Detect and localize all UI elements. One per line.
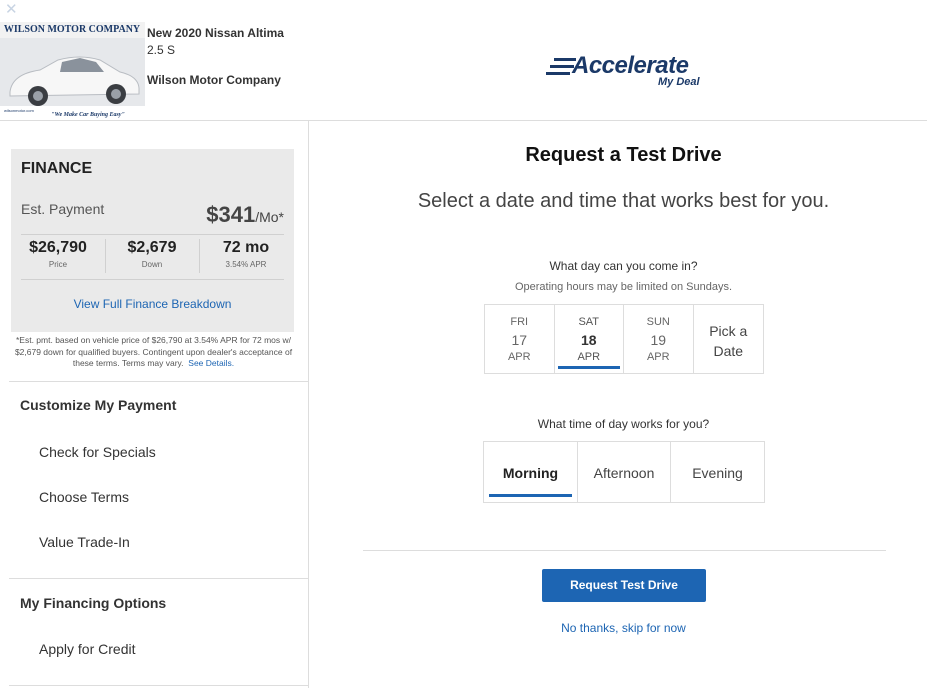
main-divider [363,550,886,551]
day-selector: FRI 17 APR SAT 18 APR SUN 19 APR Pick a D… [484,304,764,374]
stat-term: 72 mo 3.54% APR [199,239,293,269]
dealer-site-text: wilsonmotor.com [4,108,34,113]
time-label: Morning [502,465,559,481]
finance-title: FINANCE [21,160,93,177]
day-number: 19 [650,332,667,348]
page-subtitle: Select a date and time that works best f… [417,190,830,212]
finance-disclaimer: *Est. pmt. based on vehicle price of $26… [10,335,297,370]
pick-a-date-label: Pick a Date [694,321,764,361]
day-of-week: SUN [646,316,670,328]
day-of-week: FRI [510,316,529,328]
brand-subtitle: My Deal [658,76,700,88]
day-note: Operating hours may be limited on Sunday… [514,281,733,293]
menu-item-apply-credit[interactable]: Apply for Credit [39,641,135,657]
day-of-week: SAT [578,316,600,328]
day-number: 18 [580,332,597,348]
time-option-morning[interactable]: Morning [484,442,578,502]
stat-label: Down [141,260,163,269]
day-option-sat[interactable]: SAT 18 APR [555,305,624,373]
menu-item-choose-terms[interactable]: Choose Terms [39,489,129,505]
dealer-slogan-text: "We Make Car Buying Easy" [51,112,125,118]
time-option-evening[interactable]: Evening [671,442,764,502]
selected-indicator [489,494,572,497]
day-option-fri[interactable]: FRI 17 APR [485,305,555,373]
pick-a-date-button[interactable]: Pick a Date [694,305,764,373]
time-option-afternoon[interactable]: Afternoon [578,442,671,502]
dealer-name: Wilson Motor Company [147,73,281,87]
stat-value: $2,679 [127,239,177,256]
stat-label: Price [48,260,68,269]
stat-value: $26,790 [29,239,87,256]
vehicle-trim: 2.5 S [147,43,176,57]
car-photo: WILSON MOTOR COMPANY wilsonmotor.com "We… [0,22,145,120]
day-option-sun[interactable]: SUN 19 APR [624,305,694,373]
menu-item-check-specials[interactable]: Check for Specials [39,444,156,460]
est-payment-label: Est. Payment [21,201,105,217]
stat-value: 72 mo [222,239,270,256]
time-label: Afternoon [593,465,655,481]
request-test-drive-button[interactable]: Request Test Drive [542,569,706,602]
day-number: 17 [511,332,528,348]
stat-price: $26,790 Price [11,239,105,269]
page-title: Request a Test Drive [525,144,722,166]
test-drive-panel: Request a Test Drive Select a date and t… [310,121,927,688]
view-finance-breakdown-link[interactable]: View Full Finance Breakdown [11,297,294,311]
sidebar-divider [9,685,308,686]
time-question: What time of day works for you? [537,417,710,431]
day-question: What day can you come in? [549,259,698,273]
sidebar-divider [9,381,308,382]
dealer-banner-text: WILSON MOTOR COMPANY [4,24,141,35]
sidebar-divider [9,578,308,579]
day-month: APR [507,351,531,363]
est-payment-unit: /Mo* [255,209,284,225]
finance-divider [21,279,284,280]
skip-link[interactable]: No thanks, skip for now [310,621,927,635]
finance-panel: FINANCE Est. Payment $341/Mo* $26,790 Pr… [11,149,294,332]
time-selector: Morning Afternoon Evening [483,441,765,503]
time-label: Evening [692,465,743,481]
stat-down: $2,679 Down [105,239,199,269]
sidebar: FINANCE Est. Payment $341/Mo* $26,790 Pr… [0,121,309,688]
pick-a-date-line: Date [713,343,744,359]
vehicle-model: New 2020 Nissan Altima [147,26,284,40]
day-month: APR [646,351,670,363]
pick-a-date-line: Pick a [709,323,748,339]
accelerate-logo: Accelerate My Deal [546,50,716,90]
stat-label: 3.54% APR [225,260,267,269]
finance-divider [21,234,284,235]
header: WILSON MOTOR COMPANY wilsonmotor.com "We… [0,0,927,121]
day-month: APR [577,351,601,363]
customize-payment-heading: Customize My Payment [20,397,177,413]
est-payment-amount: $341 [206,202,256,227]
vehicle-info: New 2020 Nissan Altima 2.5 S Wilson Moto… [147,26,284,87]
financing-options-heading: My Financing Options [20,595,167,611]
menu-item-value-trade-in[interactable]: Value Trade-In [39,534,130,550]
see-details-link[interactable]: See Details. [188,358,234,368]
est-payment-value: $341/Mo* [206,202,284,228]
disclaimer-text: *Est. pmt. based on vehicle price of $26… [14,335,293,368]
selected-indicator [557,366,620,369]
